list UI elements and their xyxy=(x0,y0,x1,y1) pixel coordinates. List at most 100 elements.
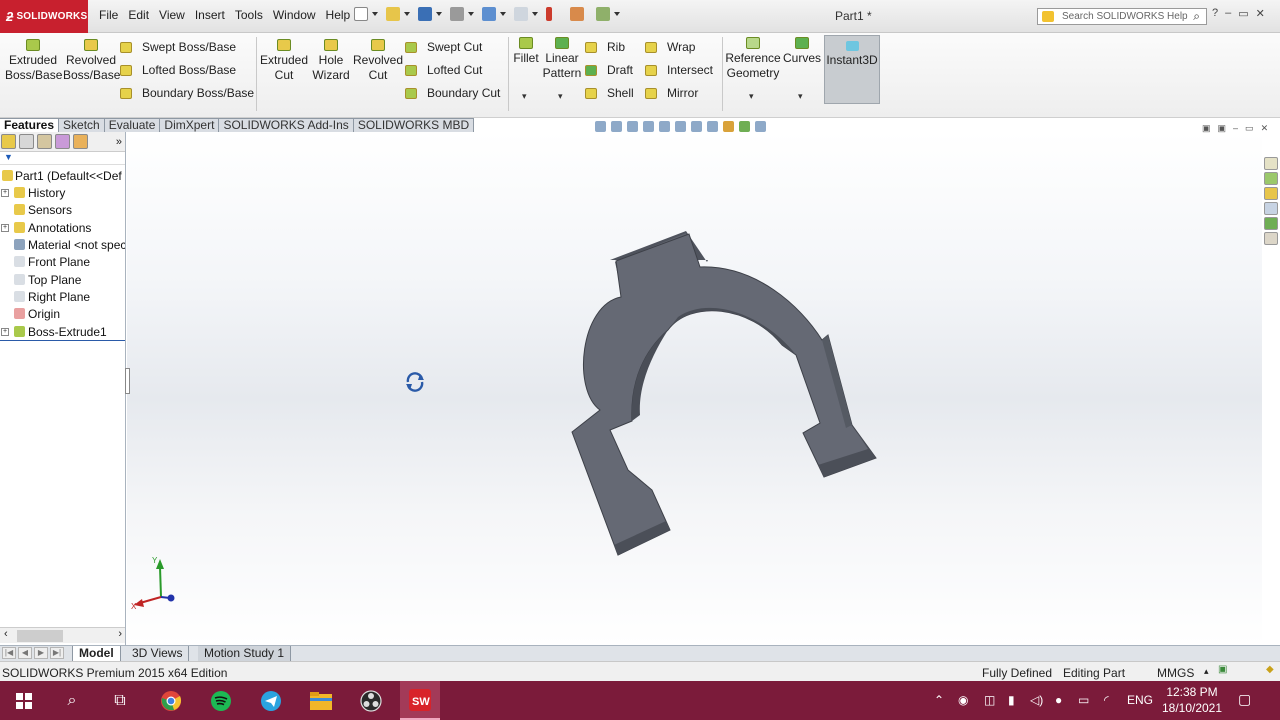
zoom-to-fit-icon[interactable] xyxy=(595,121,606,132)
curves-dropdown-icon[interactable]: ▾ xyxy=(798,91,803,102)
obs-icon[interactable] xyxy=(358,688,384,714)
property-manager-tab-icon[interactable] xyxy=(19,134,34,149)
open-icon[interactable] xyxy=(386,7,400,21)
section-view-icon[interactable] xyxy=(643,121,654,132)
fillet-button[interactable]: Fillet xyxy=(511,31,541,66)
tree-item-origin[interactable]: Origin xyxy=(0,306,125,323)
mirror-button[interactable]: Mirror xyxy=(645,86,698,100)
tree-item-top-plane[interactable]: Top Plane xyxy=(0,272,125,289)
more-tabs-icon[interactable]: » xyxy=(116,136,122,148)
shell-button[interactable]: Shell xyxy=(585,86,634,100)
menu-edit[interactable]: Edit xyxy=(128,8,149,22)
rebuild-icon[interactable] xyxy=(546,7,552,21)
tab-dimxpert[interactable]: DimXpert xyxy=(160,118,220,132)
tray-security-icon[interactable]: ● xyxy=(1055,693,1062,707)
chrome-icon[interactable] xyxy=(158,688,184,714)
tab-model[interactable]: Model xyxy=(72,646,121,661)
apply-scene-icon[interactable] xyxy=(739,121,750,132)
new-document-icon[interactable] xyxy=(354,7,368,21)
notification-icon[interactable]: ◆ xyxy=(1266,664,1274,675)
tray-device-icon[interactable]: ▮ xyxy=(1008,693,1015,707)
minimize-icon[interactable]: – xyxy=(1225,7,1231,20)
tree-item-front-plane[interactable]: Front Plane xyxy=(0,254,125,271)
notifications-icon[interactable]: ▢ xyxy=(1238,691,1251,708)
volume-icon[interactable]: ◁) xyxy=(1030,693,1043,707)
options-icon[interactable] xyxy=(596,7,610,21)
taskbar-clock[interactable]: 12:38 PM 18/10/2021 xyxy=(1158,684,1226,716)
first-tab-icon[interactable]: |◀ xyxy=(2,647,16,659)
wifi-icon[interactable]: ◜ xyxy=(1104,693,1109,707)
revolved-cut-button[interactable]: Revolved Cut xyxy=(352,33,404,83)
menu-view[interactable]: View xyxy=(159,8,185,22)
tab-evaluate[interactable]: Evaluate xyxy=(104,118,161,132)
revolved-boss-button[interactable]: Revolved Boss/Base xyxy=(63,33,120,83)
input-language[interactable]: ENG xyxy=(1127,693,1153,707)
zoom-to-area-icon[interactable] xyxy=(611,121,622,132)
solidworks-taskbar-icon[interactable]: SW xyxy=(400,681,440,720)
previous-view-icon[interactable] xyxy=(627,121,638,132)
battery-icon[interactable]: ▭ xyxy=(1078,693,1089,707)
hide-show-items-icon[interactable] xyxy=(707,121,718,132)
rib-button[interactable]: Rib xyxy=(585,40,625,54)
view-orientation-icon[interactable] xyxy=(675,121,686,132)
help-icon[interactable]: ? xyxy=(1212,7,1218,20)
edit-appearance-icon[interactable] xyxy=(723,121,734,132)
display-style-icon[interactable] xyxy=(691,121,702,132)
wrap-button[interactable]: Wrap xyxy=(645,40,695,54)
task-view-icon[interactable]: ⧉ xyxy=(107,688,133,714)
search-help-input[interactable]: Search SOLIDWORKS Help ⌕ xyxy=(1037,8,1207,25)
tree-item-material[interactable]: Material <not spec xyxy=(0,237,125,254)
prev-tab-icon[interactable]: ◀ xyxy=(18,647,32,659)
file-explorer-icon[interactable] xyxy=(1264,187,1278,200)
linear-pattern-button[interactable]: Linear Pattern xyxy=(542,31,582,81)
boundary-boss-button[interactable]: Boundary Boss/Base xyxy=(120,86,254,100)
tray-app-icon[interactable]: ◉ xyxy=(958,693,968,707)
reference-geometry-button[interactable]: Reference Geometry xyxy=(724,31,782,81)
viewport-close-icon[interactable]: ✕ xyxy=(1261,123,1269,134)
extruded-cut-button[interactable]: Extruded Cut xyxy=(258,33,310,83)
tree-horizontal-scrollbar[interactable]: ‹ › xyxy=(0,627,125,643)
tree-filter-icon[interactable]: ▼ xyxy=(0,152,125,165)
solidworks-logo[interactable]: ƻ SOLIDWORKS xyxy=(0,0,88,33)
appearances-icon[interactable] xyxy=(1264,217,1278,230)
configuration-manager-tab-icon[interactable] xyxy=(37,134,52,149)
swept-cut-button[interactable]: Swept Cut xyxy=(405,40,482,54)
resources-icon[interactable] xyxy=(1264,157,1278,170)
panel-splitter-handle[interactable] xyxy=(125,368,130,394)
tree-item-sensors[interactable]: Sensors xyxy=(0,202,125,219)
extruded-boss-button[interactable]: Extruded Boss/Base xyxy=(5,33,62,83)
draft-button[interactable]: Draft xyxy=(585,63,633,77)
close-icon[interactable]: ✕ xyxy=(1256,7,1265,20)
spotify-icon[interactable] xyxy=(208,688,234,714)
magnifier-icon[interactable]: ⌕ xyxy=(1193,9,1200,24)
hole-wizard-button[interactable]: Hole Wizard xyxy=(308,33,354,83)
tree-item-annotations[interactable]: + Annotations xyxy=(0,220,125,237)
dimxpert-manager-tab-icon[interactable] xyxy=(55,134,70,149)
lofted-cut-button[interactable]: Lofted Cut xyxy=(405,63,482,77)
viewport-minimize-icon[interactable]: – xyxy=(1233,123,1238,134)
tab-3d-views[interactable]: 3D Views xyxy=(126,646,190,661)
viewport-split-icon[interactable]: ▣ xyxy=(1202,123,1211,134)
tree-root-part[interactable]: Part1 (Default<<Def xyxy=(0,168,125,185)
pattern-dropdown-icon[interactable]: ▾ xyxy=(558,91,563,102)
instant3d-button[interactable]: Instant3D xyxy=(824,35,880,104)
tree-item-boss-extrude1[interactable]: + Boss-Extrude1 xyxy=(0,324,125,341)
menu-help[interactable]: Help xyxy=(326,8,351,22)
print-icon[interactable] xyxy=(450,7,464,21)
menu-tools[interactable]: Tools xyxy=(235,8,263,22)
tray-overflow-icon[interactable]: ⌃ xyxy=(934,693,944,707)
design-library-icon[interactable] xyxy=(1264,172,1278,185)
menu-window[interactable]: Window xyxy=(273,8,316,22)
curves-button[interactable]: Curves xyxy=(782,31,822,66)
units-dropdown-icon[interactable]: ▴ xyxy=(1204,666,1209,677)
display-manager-tab-icon[interactable] xyxy=(73,134,88,149)
next-tab-icon[interactable]: ▶ xyxy=(34,647,48,659)
intersect-button[interactable]: Intersect xyxy=(645,63,713,77)
save-icon[interactable] xyxy=(418,7,432,21)
restore-icon[interactable]: ▭ xyxy=(1238,7,1248,20)
file-properties-icon[interactable] xyxy=(570,7,584,21)
tab-addins[interactable]: SOLIDWORKS Add-Ins xyxy=(219,118,354,132)
3d-part-model[interactable] xyxy=(560,225,890,565)
tree-item-history[interactable]: + History xyxy=(0,185,125,202)
tree-item-right-plane[interactable]: Right Plane xyxy=(0,289,125,306)
